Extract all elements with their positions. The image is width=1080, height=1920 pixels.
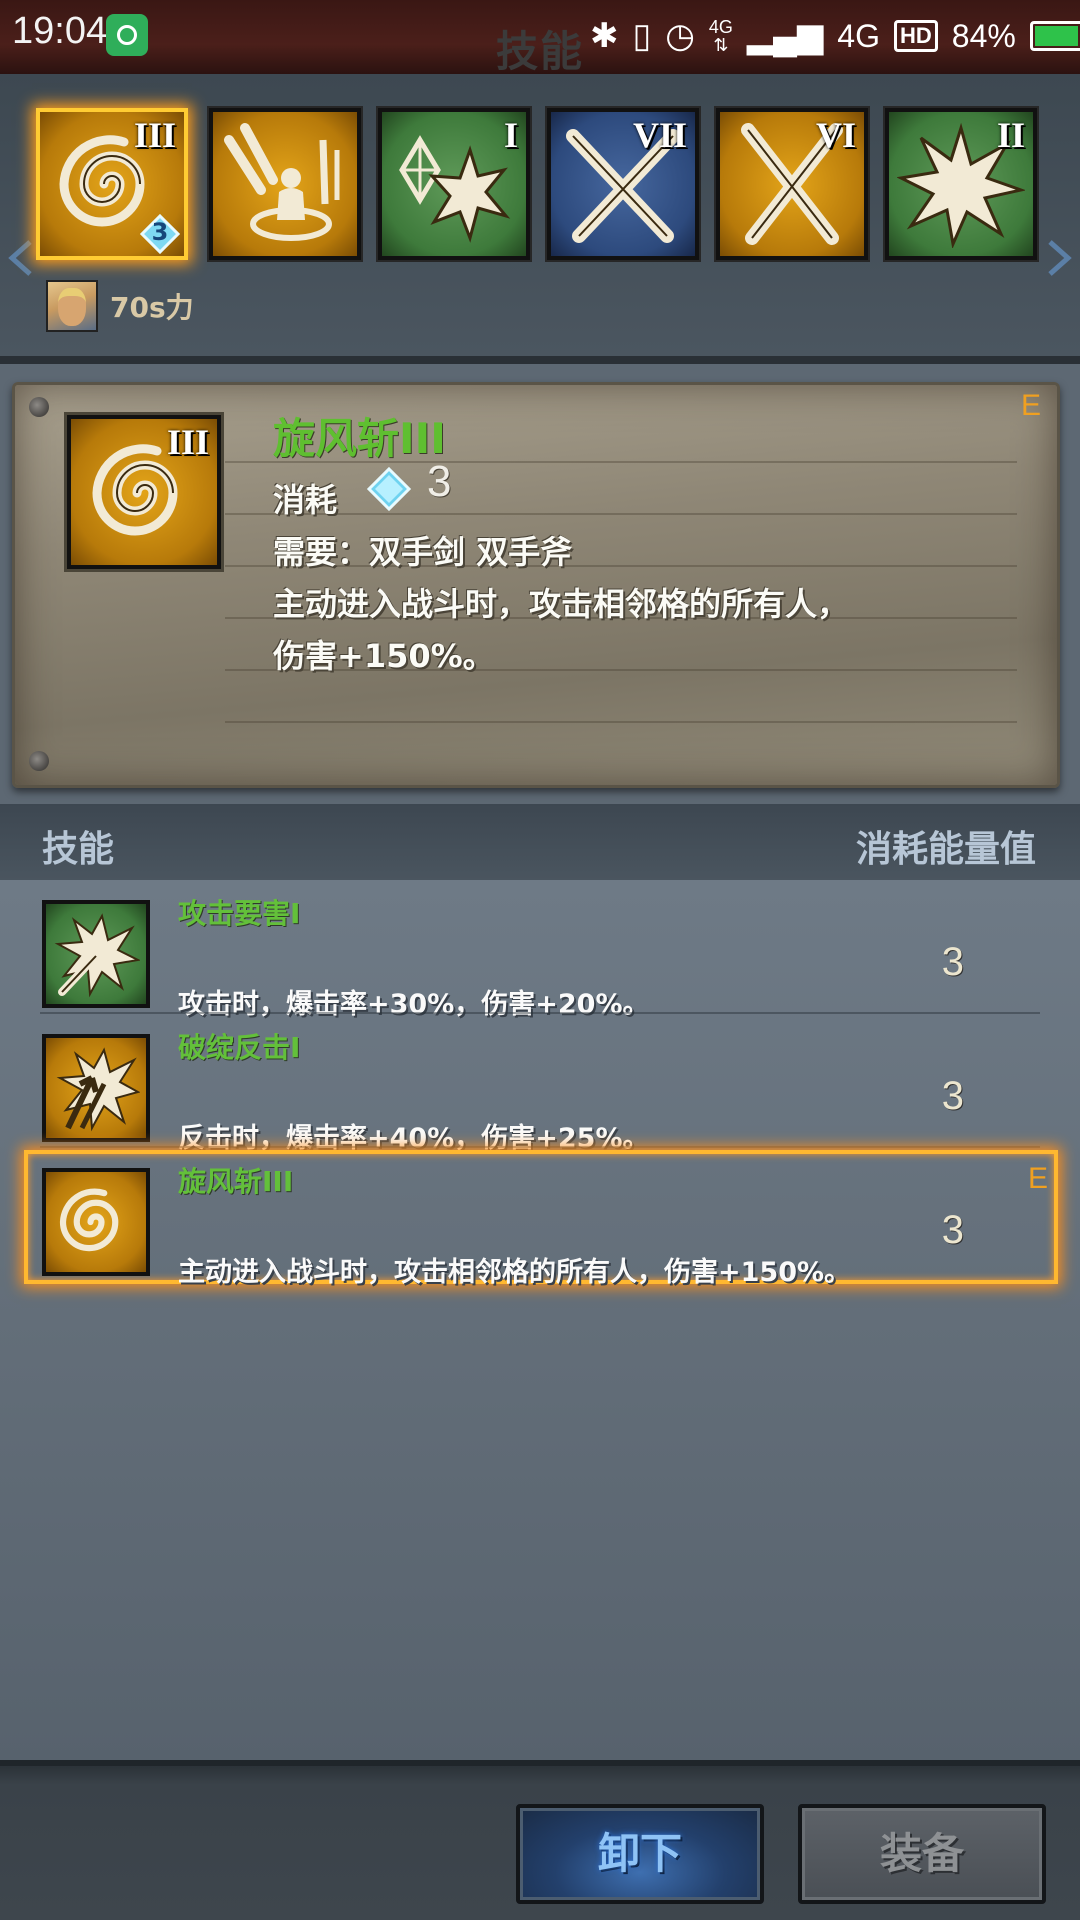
skill-slot-3[interactable]: I bbox=[378, 108, 530, 260]
hero-name: 70s力 bbox=[110, 291, 194, 324]
sword-burst-icon bbox=[54, 913, 140, 998]
detail-skill-grade: E bbox=[1020, 389, 1041, 422]
signal-icon: ▂▄▆ bbox=[746, 17, 824, 55]
skill-row-selected[interactable]: 旋风斩III 主动进入战斗时，攻击相邻格的所有人，伤害+150%。 3 E bbox=[0, 1148, 1080, 1288]
detail-cost-label: 消耗 bbox=[273, 481, 338, 519]
skill-row[interactable]: 攻击要害I 攻击时，爆击率+30%，伤害+20%。 3 bbox=[0, 880, 1080, 1020]
skill-slot-2[interactable] bbox=[209, 108, 361, 260]
detail-cost-value: 3 bbox=[427, 457, 452, 506]
detail-skill-icon: III bbox=[67, 415, 221, 569]
skill-row-cost: 3 bbox=[941, 940, 964, 984]
slot-cost: 3 bbox=[151, 218, 169, 246]
unequip-button[interactable]: 卸下 bbox=[516, 1804, 764, 1904]
skill-slot-5[interactable]: VI bbox=[716, 108, 868, 260]
hd-badge: HD bbox=[893, 20, 938, 52]
skill-row-icon bbox=[42, 900, 150, 1008]
sword-summon-icon bbox=[224, 123, 340, 241]
detail-description-line1: 主动进入战斗时，攻击相邻格的所有人， bbox=[273, 585, 850, 623]
scroll-right-arrow-icon[interactable] bbox=[1046, 240, 1072, 276]
system-icons: ✱ ▯ ◷ 4G⇅ ▂▄▆ 4G HD 84% ϟ bbox=[590, 8, 1080, 64]
energy-gem-icon: 3 bbox=[139, 213, 181, 255]
skill-row[interactable]: 破绽反击I 反击时，爆击率+40%，伤害+25%。 3 bbox=[0, 1014, 1080, 1154]
detail-skill-title: 旋风斩III bbox=[273, 414, 446, 463]
hero-avatar[interactable] bbox=[46, 280, 98, 332]
skill-slot-roman: VI bbox=[815, 115, 856, 155]
alarm-icon: ◷ bbox=[665, 17, 695, 55]
detail-skill-roman: III bbox=[166, 422, 209, 462]
skill-list-header: 技能 消耗能量值 bbox=[0, 804, 1080, 880]
detail-requirement: 需要：双手剑 双手斧 bbox=[273, 533, 573, 571]
column-header-cost: 消耗能量值 bbox=[855, 829, 1036, 870]
scroll-left-arrow-icon[interactable] bbox=[8, 240, 34, 276]
crystal-burst-icon bbox=[399, 135, 511, 243]
skill-row-cost: 3 bbox=[941, 1074, 964, 1118]
skill-slot-6[interactable]: II bbox=[885, 108, 1037, 260]
skill-slot-roman: II bbox=[996, 115, 1025, 155]
rivet bbox=[29, 397, 49, 417]
data-activity-icon: 4G ⇅ bbox=[708, 17, 733, 55]
detail-description-line2: 伤害+150%。 bbox=[273, 637, 495, 675]
notification-app-icon bbox=[106, 14, 148, 56]
action-bar: 卸下 装备 bbox=[0, 1760, 1080, 1920]
battery-fill bbox=[1034, 26, 1079, 46]
skill-slot-roman: VII bbox=[632, 115, 687, 155]
ruled-line bbox=[225, 721, 1017, 723]
skill-slot-roman: III bbox=[133, 115, 176, 155]
clock: 19:04 bbox=[12, 10, 108, 52]
skill-row-name: 破绽反击I bbox=[178, 1031, 301, 1064]
skill-slot-roman: I bbox=[503, 115, 518, 155]
arrow-burst-icon bbox=[56, 1047, 140, 1132]
rivet bbox=[29, 751, 49, 771]
skill-row-cost: 3 bbox=[941, 1208, 964, 1252]
skill-row-icon bbox=[42, 1034, 150, 1142]
skill-row-grade: E bbox=[1027, 1162, 1048, 1195]
energy-gem-icon bbox=[367, 467, 411, 511]
skill-row-name: 攻击要害I bbox=[178, 897, 301, 930]
battery-icon bbox=[1029, 21, 1080, 51]
skill-row-name: 旋风斩III bbox=[178, 1165, 294, 1198]
network-type: 4G bbox=[837, 17, 880, 54]
screen-title: 技能 bbox=[496, 27, 585, 76]
skill-row-description: 主动进入战斗时，攻击相邻格的所有人，伤害+150%。 bbox=[178, 1257, 852, 1288]
skill-detail-panel: III 旋风斩III E 消耗 3 需要：双手剑 双手斧 主动进入战斗时，攻击相… bbox=[12, 382, 1060, 788]
vibrate-icon: ▯ bbox=[632, 17, 652, 55]
status-bar: 19:04 技能 ✱ ▯ ◷ 4G⇅ ▂▄▆ 4G HD 84% ϟ bbox=[0, 0, 1080, 76]
skill-slot-1[interactable]: III 3 bbox=[36, 108, 188, 260]
ruled-line bbox=[225, 513, 1017, 515]
column-header-skill: 技能 bbox=[42, 829, 115, 870]
skill-list: 攻击要害I 攻击时，爆击率+30%，伤害+20%。 3 破绽反击I 反击时，爆击… bbox=[0, 880, 1080, 1760]
skill-row-icon bbox=[42, 1168, 150, 1276]
battery-percent: 84% bbox=[951, 17, 1016, 54]
equip-button[interactable]: 装备 bbox=[798, 1804, 1046, 1904]
skill-slot-4[interactable]: VII bbox=[547, 108, 699, 260]
bluetooth-icon: ✱ bbox=[590, 17, 619, 55]
whirlwind-icon bbox=[59, 1188, 119, 1252]
